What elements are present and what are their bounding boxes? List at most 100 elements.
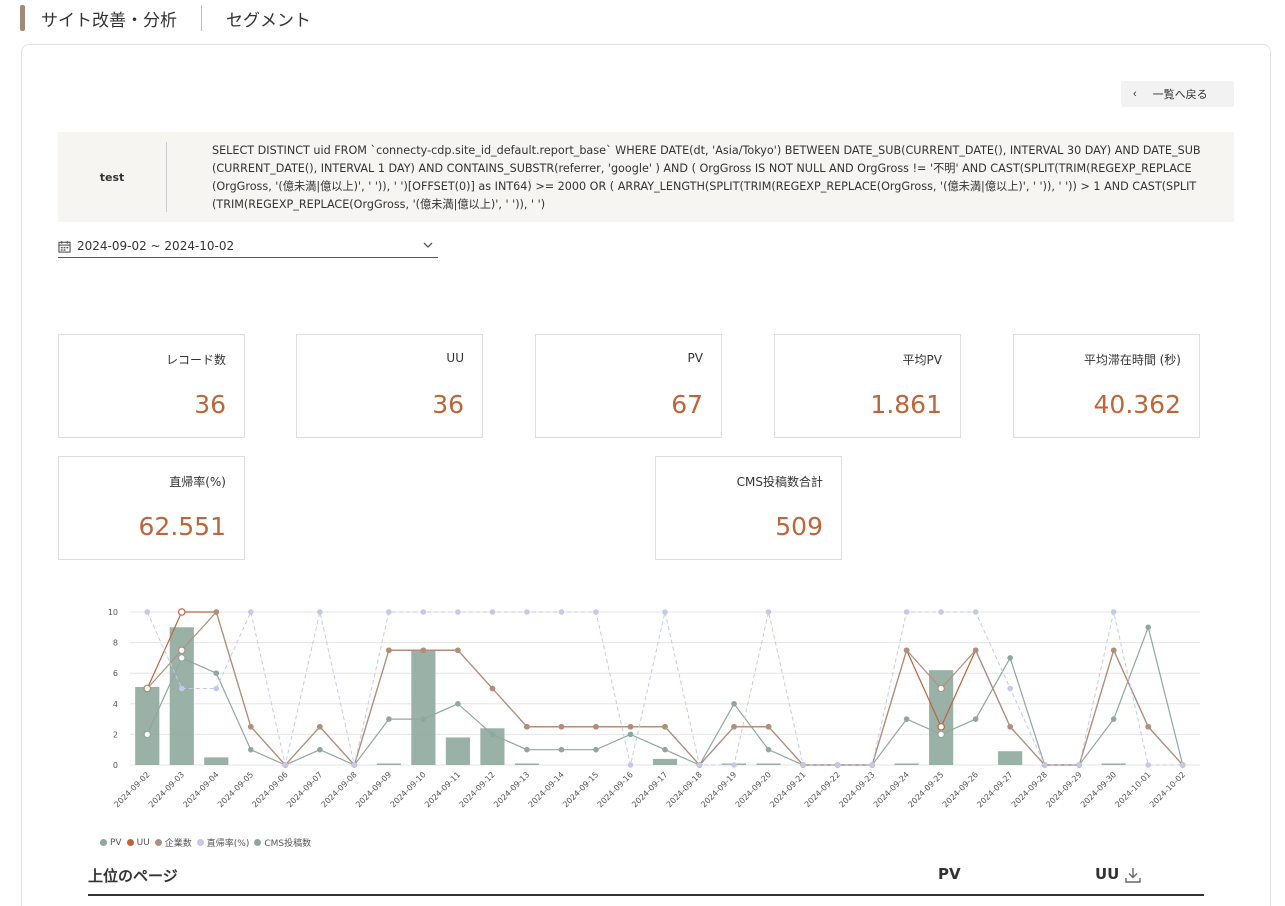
metric-value: 67 (671, 390, 703, 419)
back-to-list-button[interactable]: ‹ 一覧へ戻る (1121, 81, 1234, 107)
chevron-left-icon: ‹ (1133, 88, 1137, 100)
chart-bar (929, 670, 954, 765)
metric-label: 平均PV (902, 353, 942, 367)
series-point (489, 731, 496, 738)
x-tick-label: 2024-09-08 (320, 770, 359, 809)
header-accent-bar (20, 5, 25, 31)
top-pages-table-header: 上位のページ PV UU (88, 863, 1204, 896)
metric-card-avg-duration: 平均滞在時間 (秒) 40.362 (1013, 334, 1200, 438)
legend-marker (126, 839, 134, 846)
x-tick-label: 2024-09-15 (561, 770, 600, 809)
legend-marker (254, 839, 262, 846)
x-tick-label: 2024-10-02 (1148, 770, 1187, 809)
series-point (420, 647, 427, 654)
date-range-select[interactable]: 2024-09-02 ~ 2024-10-02 (58, 235, 438, 258)
series-point (662, 609, 668, 615)
x-tick-label: 2024-09-19 (699, 770, 738, 809)
series-point (143, 684, 152, 693)
segment-query-box: test SELECT DISTINCT uid FROM `connecty-… (58, 132, 1234, 222)
series-point (558, 609, 565, 615)
series-point (972, 647, 979, 654)
legend-item[interactable]: PV (100, 838, 122, 848)
series-point (765, 746, 772, 753)
download-icon[interactable] (1124, 867, 1142, 883)
x-tick-label: 2024-09-12 (458, 770, 497, 809)
series-point (213, 609, 220, 615)
back-to-list-label: 一覧へ戻る (1152, 89, 1208, 101)
page-header: サイト改善・分析 セグメント (20, 4, 311, 32)
page-subtitle: セグメント (226, 10, 311, 31)
metric-card-cms-posts: CMS投稿数合計 509 (655, 456, 842, 560)
chart-bar (204, 757, 229, 765)
series-point (524, 746, 530, 753)
x-tick-label: 2024-09-21 (768, 770, 807, 809)
metric-card-uu: UU 36 (296, 334, 483, 438)
series-point (731, 762, 737, 768)
y-tick-label: 4 (113, 700, 118, 709)
legend-marker (196, 839, 204, 846)
x-tick-label: 2024-09-30 (1079, 770, 1118, 809)
legend-marker (154, 839, 162, 846)
legend-item[interactable]: UU (126, 837, 150, 848)
metric-card-bounce-rate: 直帰率(%) 62.551 (58, 456, 245, 560)
series-line (146, 610, 1183, 766)
x-tick-label: 2024-10-01 (1113, 770, 1152, 809)
metric-label: PV (687, 351, 703, 365)
series-point (1179, 762, 1186, 768)
series-point (420, 716, 427, 722)
metric-label: 直帰率(%) (169, 475, 226, 489)
metric-value: 36 (194, 390, 226, 419)
series-point (524, 723, 530, 730)
x-tick-label: 2024-09-05 (216, 770, 255, 809)
x-tick-label: 2024-09-04 (181, 770, 220, 809)
legend-label: 直帰率(%) (206, 839, 250, 849)
series-point (386, 716, 392, 722)
chart-bar (514, 763, 540, 765)
chart-bar (1101, 763, 1126, 765)
series-point (627, 723, 634, 730)
legend-item[interactable]: 直帰率(%) (196, 836, 250, 849)
legend-item[interactable]: 企業数 (154, 836, 192, 849)
series-point (558, 723, 565, 730)
x-tick-label: 2024-09-13 (492, 770, 531, 809)
series-point (213, 685, 220, 692)
series-point (800, 762, 806, 768)
legend-label: UU (136, 837, 150, 848)
series-point (177, 646, 186, 655)
x-tick-label: 2024-09-14 (527, 770, 566, 809)
legend-item[interactable]: CMS投稿数 (254, 836, 311, 849)
query-divider (166, 142, 167, 212)
x-tick-label: 2024-09-28 (1010, 770, 1049, 809)
series-point (558, 746, 565, 753)
series-point (351, 762, 358, 768)
series-point (317, 609, 323, 615)
series-point (593, 723, 599, 730)
legend-label: CMS投稿数 (264, 839, 312, 849)
x-tick-label: 2024-09-16 (596, 770, 635, 809)
series-point (248, 723, 254, 730)
chart-bar (135, 686, 160, 765)
series-point (248, 609, 254, 615)
series-point (765, 609, 772, 615)
series-point (696, 762, 703, 768)
segment-name: test (99, 170, 125, 184)
series-point (1145, 762, 1152, 768)
series-point (455, 701, 461, 707)
series-point (972, 609, 979, 615)
x-tick-label: 2024-09-22 (803, 770, 842, 809)
series-point (834, 762, 841, 768)
series-point (765, 723, 772, 730)
x-tick-label: 2024-09-27 (975, 770, 1014, 809)
series-point (1110, 716, 1117, 722)
chart-bar (376, 763, 401, 765)
chevron-down-icon (423, 242, 433, 248)
series-point (1145, 723, 1152, 730)
series-point (282, 762, 289, 768)
header-divider (201, 5, 202, 31)
series-point (144, 609, 151, 615)
series-point (937, 722, 945, 731)
daily-metrics-chart: 02468102024-09-022024-09-032024-09-04202… (108, 608, 1200, 809)
series-point (1145, 624, 1152, 631)
series-point (869, 762, 875, 768)
x-tick-label: 2024-09-11 (423, 770, 462, 809)
